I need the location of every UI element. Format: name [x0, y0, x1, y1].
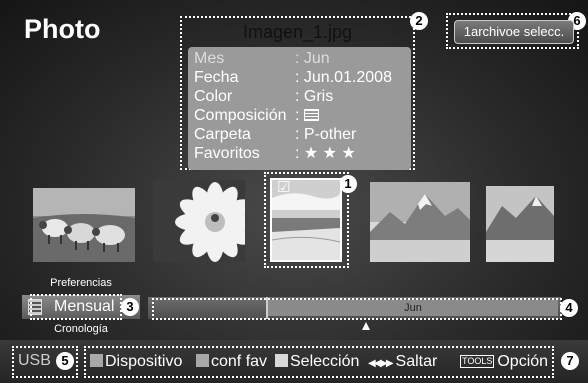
favorites-settings-button[interactable]: conf fav	[196, 353, 267, 371]
thumbnail-mountains[interactable]	[370, 182, 470, 262]
color-key-icon	[196, 354, 209, 367]
info-row-color: Color: Gris	[194, 88, 334, 105]
callout-3: 3	[121, 298, 139, 316]
timeline-position-arrow-icon	[362, 322, 370, 330]
view-option-preferences[interactable]: Preferencias	[26, 277, 136, 289]
color-key-icon	[275, 354, 288, 367]
callout-7: 7	[561, 352, 579, 370]
bottom-control-bar: USB 5 Dispositivo conf fav Selección ◀◀ …	[0, 340, 588, 383]
info-row-month: Mes: Jun	[194, 50, 330, 67]
view-option-timeline[interactable]: Cronología	[26, 323, 136, 335]
file-name: Imagen_1.jpg	[242, 22, 353, 42]
thumbnail-checkbox[interactable]: ☑	[277, 180, 290, 195]
thumbnail-flower[interactable]	[153, 180, 245, 262]
photo-browser-screen: Photo Imagen_1.jpg Mes: Jun Fecha: Jun.0…	[0, 0, 588, 383]
callout-2: 2	[410, 12, 428, 30]
thumbnail-mountains-2[interactable]	[486, 186, 554, 262]
device-label: USB	[18, 352, 51, 369]
page-title: Photo	[24, 14, 101, 44]
info-row-date: Fecha: Jun.01.2008	[194, 69, 392, 86]
file-details: Mes: Jun Fecha: Jun.01.2008 Color: Gris …	[188, 47, 411, 170]
skip-arrows-icon: ◀◀ ▶▶	[368, 358, 394, 369]
tools-icon: TOOLS	[460, 355, 495, 368]
file-info-panel: Imagen_1.jpg Mes: Jun Fecha: Jun.01.2008…	[180, 12, 428, 170]
callout-5: 5	[56, 352, 74, 370]
composition-icon	[303, 109, 319, 121]
jump-button[interactable]: ◀◀ ▶▶ Saltar	[368, 353, 437, 373]
view-mode-highlight: 3	[30, 294, 139, 320]
info-row-composition: Composición:	[194, 106, 319, 125]
star-rating: : ★ ★ ★	[295, 145, 356, 162]
thumbnail-sheep[interactable]	[33, 188, 135, 262]
info-row-folder: Carpeta: P-other	[194, 126, 357, 143]
selected-files-button[interactable]: 1archivoe selecc.	[454, 20, 574, 44]
thumbnail-beach[interactable]: ☑	[270, 178, 342, 262]
timeline-highlight	[152, 298, 562, 320]
selection-button[interactable]: Selección	[275, 353, 359, 371]
options-button[interactable]: TOOLS Opción	[460, 353, 548, 371]
thumbnail-strip: 1 ☑	[0, 172, 588, 270]
callout-4: 4	[560, 299, 578, 317]
info-row-favorites: Favoritos: ★ ★ ★	[194, 145, 356, 162]
color-key-icon	[90, 354, 103, 367]
device-button[interactable]: Dispositivo	[90, 353, 182, 371]
